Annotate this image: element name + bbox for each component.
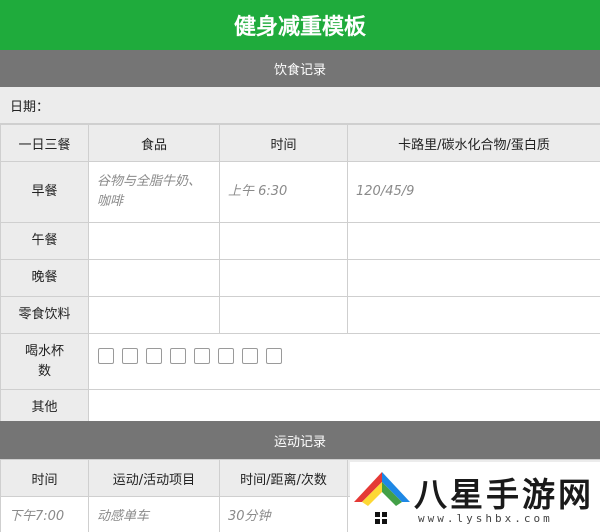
- water-cup-checkbox[interactable]: [170, 348, 186, 364]
- water-cup-checkbox[interactable]: [146, 348, 162, 364]
- watermark-logo: 八星手游网 www.lyshbx.com: [350, 462, 600, 532]
- snacks-time[interactable]: [219, 296, 348, 334]
- house-logo-icon: [354, 472, 410, 528]
- table-row: 晚餐: [0, 259, 600, 297]
- water-row: 喝水杯数: [0, 333, 600, 390]
- water-cup-checkbox[interactable]: [218, 348, 234, 364]
- watermark-name: 八星手游网: [414, 475, 594, 514]
- diet-table: 一日三餐 食品 时间 卡路里/碳水化合物/蛋白质 早餐 谷物与全脂牛奶、咖啡 上…: [0, 124, 600, 427]
- diet-header-row: 一日三餐 食品 时间 卡路里/碳水化合物/蛋白质: [0, 124, 600, 162]
- exercise-time[interactable]: 下午7:00: [0, 496, 89, 532]
- water-cup-checkbox[interactable]: [242, 348, 258, 364]
- diet-section-header: 饮食记录: [0, 50, 600, 87]
- lunch-food[interactable]: [88, 222, 220, 260]
- water-cup-checkbox[interactable]: [122, 348, 138, 364]
- water-cups-cell: [88, 333, 600, 390]
- dinner-calories[interactable]: [347, 259, 600, 297]
- header-nutrition: 卡路里/碳水化合物/蛋白质: [347, 124, 600, 162]
- exercise-section-header: 运动记录: [0, 421, 600, 459]
- lunch-calories[interactable]: [347, 222, 600, 260]
- water-cup-checkbox[interactable]: [266, 348, 282, 364]
- water-cup-checkbox[interactable]: [194, 348, 210, 364]
- meal-label-snacks: 零食饮料: [0, 296, 89, 334]
- header-duration: 时间/距离/次数: [219, 459, 348, 497]
- header-food: 食品: [88, 124, 220, 162]
- exercise-activity[interactable]: 动感单车: [88, 496, 220, 532]
- table-row: 早餐 谷物与全脂牛奶、咖啡 上午 6:30 120/45/9: [0, 161, 600, 223]
- snacks-calories[interactable]: [347, 296, 600, 334]
- meal-label-lunch: 午餐: [0, 222, 89, 260]
- header-meal: 一日三餐: [0, 124, 89, 162]
- header-time: 时间: [219, 124, 348, 162]
- dinner-time[interactable]: [219, 259, 348, 297]
- table-row: 午餐: [0, 222, 600, 260]
- lunch-time[interactable]: [219, 222, 348, 260]
- meal-label-dinner: 晚餐: [0, 259, 89, 297]
- page-title: 健身减重模板: [0, 0, 600, 50]
- watermark-url: www.lyshbx.com: [418, 512, 553, 525]
- exercise-duration[interactable]: 30分钟: [219, 496, 348, 532]
- meal-label-breakfast: 早餐: [0, 161, 89, 223]
- date-label: 日期：: [10, 99, 50, 115]
- water-cup-checkboxes: [89, 348, 600, 364]
- breakfast-calories[interactable]: 120/45/9: [347, 161, 600, 223]
- date-row: 日期：: [0, 87, 600, 124]
- dinner-food[interactable]: [88, 259, 220, 297]
- snacks-food[interactable]: [88, 296, 220, 334]
- breakfast-time[interactable]: 上午 6:30: [219, 161, 348, 223]
- water-label: 喝水杯数: [0, 333, 89, 390]
- breakfast-food[interactable]: 谷物与全脂牛奶、咖啡: [88, 161, 220, 223]
- header-exercise-time: 时间: [0, 459, 89, 497]
- water-cup-checkbox[interactable]: [98, 348, 114, 364]
- header-activity: 运动/活动项目: [88, 459, 220, 497]
- table-row: 零食饮料: [0, 296, 600, 334]
